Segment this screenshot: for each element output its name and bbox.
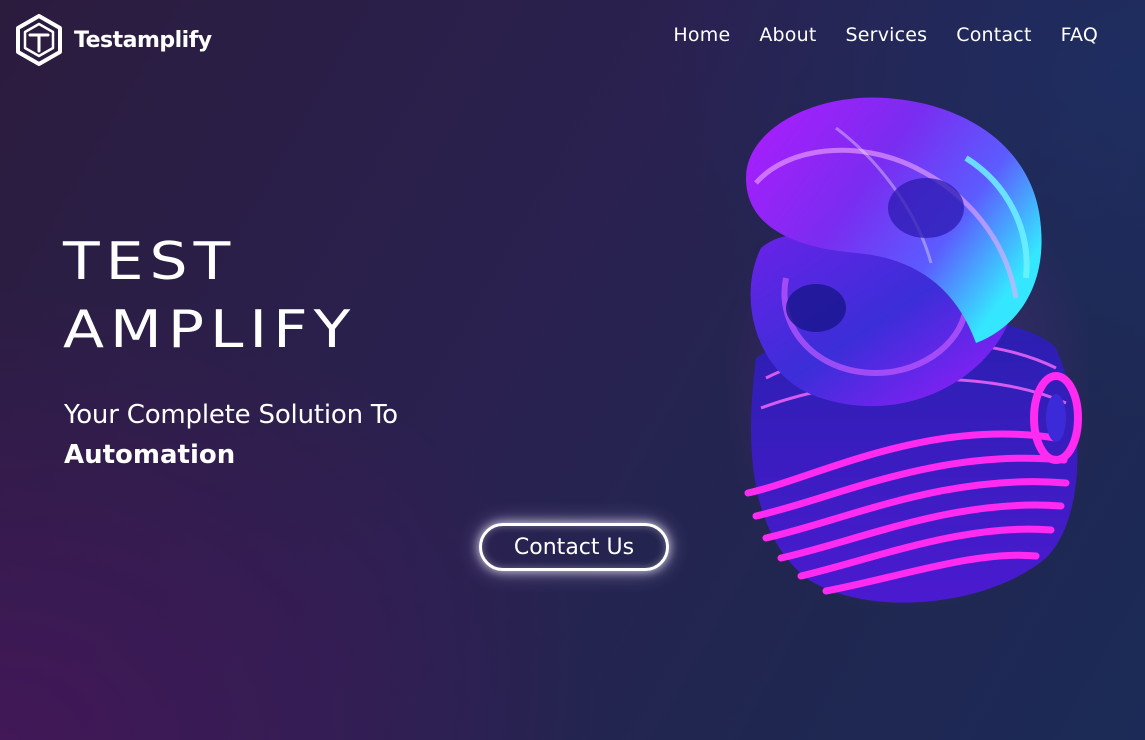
- hero-title-line1: TEST: [63, 231, 237, 293]
- hero-subtitle-line2: Automation: [64, 440, 236, 470]
- nav-about-link[interactable]: About: [759, 24, 816, 46]
- abstract-3d-sculpture-image: [726, 97, 1088, 608]
- brand[interactable]: Testamplify: [15, 14, 212, 66]
- nav-services-link[interactable]: Services: [846, 24, 928, 46]
- contact-us-button[interactable]: Contact Us: [479, 523, 669, 571]
- hexagon-t-logo-icon: [16, 14, 62, 66]
- hero-title-line2: AMPLIFY: [63, 299, 357, 361]
- brand-name: Testamplify: [74, 27, 212, 53]
- nav-faq-link[interactable]: FAQ: [1061, 24, 1098, 46]
- nav-contact-link[interactable]: Contact: [956, 24, 1031, 46]
- hero-subtitle: Your Complete Solution To Automation: [64, 395, 398, 475]
- hero-subtitle-line1: Your Complete Solution To: [64, 400, 398, 430]
- hero-title: TEST AMPLIFY: [63, 228, 356, 364]
- main-nav: Home About Services Contact FAQ: [673, 24, 1098, 46]
- nav-home-link[interactable]: Home: [673, 24, 730, 46]
